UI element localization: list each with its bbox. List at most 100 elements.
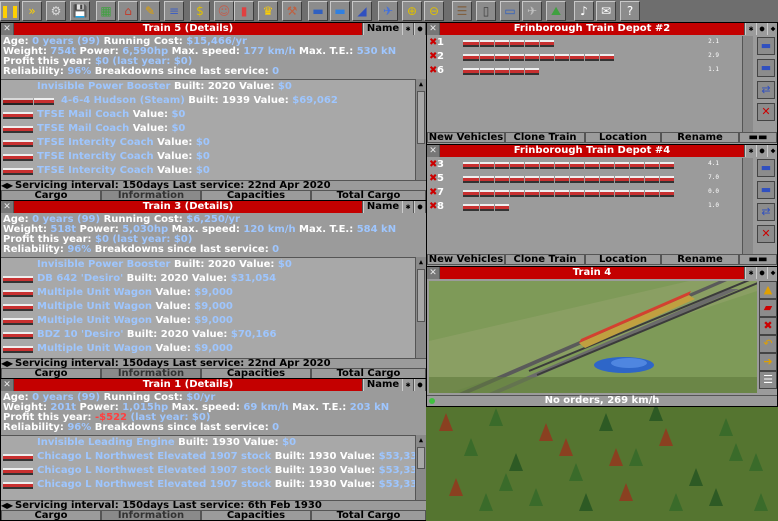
vehicle-list-scrollbar[interactable]: ▲ [415,435,426,500]
rename-button[interactable]: Rename [661,254,739,265]
map-icon[interactable]: ▦ [96,1,116,21]
clone-train-button[interactable]: Clone Train [505,132,585,143]
close-icon[interactable]: ✕ [427,145,439,157]
location-button[interactable]: Location [585,132,661,143]
company-icon[interactable]: ☺ [214,1,234,21]
sticky-icon[interactable]: ● [756,23,767,35]
defsize-icon[interactable]: ◆ [767,23,777,35]
scroll-thumb[interactable] [417,269,425,322]
pause-icon[interactable]: ❚❚ [0,1,20,21]
shade-icon[interactable]: ✱ [745,267,756,279]
zoom-out-icon[interactable]: ⊖ [424,1,444,21]
rename-button[interactable]: Name [363,379,402,391]
autoreplace-icon[interactable]: ⇄ [757,203,775,221]
build-airport-icon[interactable]: ✈ [522,1,542,21]
build-road-icon[interactable]: ▯ [476,1,496,21]
rename-button[interactable]: Name [363,201,402,213]
reverse-icon[interactable]: ↶ [759,335,777,353]
depot-scrollbar[interactable] [742,36,753,132]
rename-button[interactable]: Rename [661,132,739,143]
save-icon[interactable]: 💾 [70,1,90,21]
table-row[interactable]: Multiple Unit Wagon Value: $9,000 [1,286,416,300]
sell-all-icon[interactable]: ▬ [757,181,775,199]
table-row[interactable]: Invisible Power Booster Built: 2020 Valu… [1,258,416,272]
skip-order-icon[interactable]: ✖ [759,317,777,335]
table-row[interactable]: Multiple Unit Wagon Value: $9,000 [1,314,416,328]
clone-train-button[interactable]: Clone Train [505,254,585,265]
stop-all-icon[interactable]: ✕ [757,103,775,121]
sticky-icon[interactable]: ● [414,379,425,391]
shade-icon[interactable]: ✱ [402,379,413,391]
depot-vehicle-list[interactable]: ✖ 1 2.1 ✖ 2 2.9 ✖ 6 1.1 [427,36,737,132]
music-icon[interactable]: ♪ [574,1,594,21]
close-icon[interactable]: ✕ [1,201,13,213]
sticky-icon[interactable]: ● [756,145,767,157]
table-row[interactable]: TFSE Mail Coach Value: $0 [1,108,416,122]
table-row[interactable]: Chicago L Northwest Elevated 1907 stock … [1,450,416,464]
landscaping-icon[interactable]: ⛰ [546,1,566,21]
table-row[interactable]: Chicago L Northwest Elevated 1907 stock … [1,464,416,478]
vehicle-list[interactable]: Invisible Power Booster Built: 2020 Valu… [1,79,416,181]
depot-vehicle-list[interactable]: ✖ 3 4.1 ✖ 5 7.0 ✖ 7 0.0 ✖ 8 1.0 [427,158,737,254]
fast-forward-icon[interactable]: » [22,1,42,21]
table-row[interactable]: TFSE Intercity Coach Value: $0 [1,150,416,164]
depot-train-row[interactable]: ✖ 2 2.9 [427,50,737,63]
tab-cargo[interactable]: Cargo [1,510,101,520]
table-row[interactable]: Multiple Unit Wagon Value: $9,000 [1,342,416,356]
tab-capacities[interactable]: Capacities [201,510,311,520]
road-vehicle-list-icon[interactable]: ▬ [330,1,350,21]
depot-train-row[interactable]: ✖ 7 0.0 [427,186,737,199]
aircraft-list-icon[interactable]: ✈ [378,1,398,21]
table-row[interactable]: BDZ 10 'Desiro' Built: 2020 Value: $70,1… [1,328,416,342]
train-list-icon[interactable]: ▬ [308,1,328,21]
defsize-icon[interactable]: ◆ [767,145,777,157]
shade-icon[interactable]: ✱ [745,23,756,35]
shade-icon[interactable]: ✱ [745,145,756,157]
league-table-icon[interactable]: ♛ [258,1,278,21]
scroll-up-icon[interactable]: ▲ [416,79,426,89]
graphs-icon[interactable]: ▮ [234,1,254,21]
vehicle-list-scrollbar[interactable]: ▲ [415,79,426,180]
depot-train-row[interactable]: ✖ 6 1.1 [427,64,737,77]
depot-train-icon-button[interactable]: ▬▬ [739,254,777,265]
vehicle-list-scrollbar[interactable]: ▲ [415,257,426,358]
close-icon[interactable]: ✕ [427,267,439,279]
table-row[interactable]: TFSE Intercity Coach Value: $0 [1,164,416,178]
table-row[interactable]: Chicago L Northwest Elevated 1907 stock … [1,478,416,492]
depot-train-icon-button[interactable]: ▬▬ [739,132,777,143]
depot-scrollbar[interactable] [742,158,753,254]
finances-icon[interactable]: $ [190,1,210,21]
table-row[interactable]: TFSE Mail Coach Value: $0 [1,122,416,136]
world-map-view[interactable] [426,407,778,521]
table-row[interactable]: TFSE Intercity Coach Value: $0 [1,136,416,150]
location-button[interactable]: Location [585,254,661,265]
table-row[interactable]: Invisible Leading Engine Built: 1930 Val… [1,436,416,450]
table-row[interactable]: Multiple Unit Wagon Value: $9,000 [1,300,416,314]
autoreplace-icon[interactable]: ⇄ [757,81,775,99]
send-to-depot-icon[interactable]: ▰ [759,299,777,317]
goto-location-icon[interactable]: ▲ [759,281,777,299]
rename-button[interactable]: Name [363,23,402,35]
messages-icon[interactable]: ✉ [596,1,616,21]
orders-icon[interactable]: ➔ [759,353,777,371]
close-icon[interactable]: ✕ [1,379,13,391]
sell-vehicle-icon[interactable]: ▬ [757,37,775,55]
subsidies-icon[interactable]: ✎ [140,1,160,21]
new-vehicles-button[interactable]: New Vehicles [427,254,505,265]
build-water-icon[interactable]: ▭ [500,1,520,21]
close-icon[interactable]: ✕ [1,23,13,35]
sticky-icon[interactable]: ● [414,23,425,35]
sell-all-icon[interactable]: ▬ [757,59,775,77]
industry-icon[interactable]: ⚒ [282,1,302,21]
scroll-up-icon[interactable]: ▲ [416,257,426,267]
tab-total-cargo[interactable]: Total Cargo [311,510,426,520]
build-railway-icon[interactable]: ☰ [452,1,472,21]
depot-train-row[interactable]: ✖ 5 7.0 [427,172,737,185]
sell-vehicle-icon[interactable]: ▬ [757,159,775,177]
depot-train-row[interactable]: ✖ 8 1.0 [427,200,737,213]
station-list-icon[interactable]: ≡ [164,1,184,21]
vehicle-list[interactable]: Invisible Leading Engine Built: 1930 Val… [1,435,416,501]
scroll-up-icon[interactable]: ▲ [416,435,426,445]
table-row[interactable]: DB 642 'Desiro' Built: 2020 Value: $31,0… [1,272,416,286]
sticky-icon[interactable]: ● [414,201,425,213]
